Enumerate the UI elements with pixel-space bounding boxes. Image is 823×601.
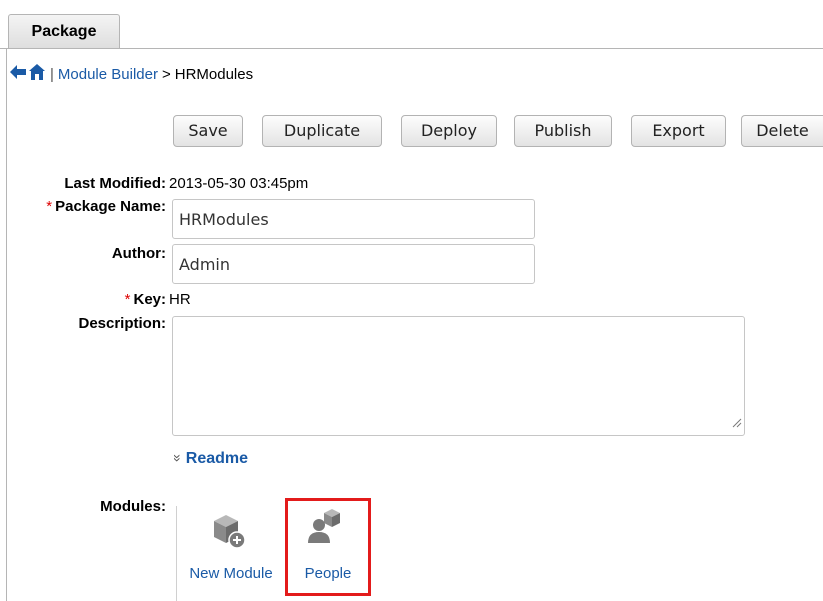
- chevron-down-icon: »: [169, 454, 186, 462]
- modules-divider: [176, 506, 177, 601]
- new-module-label: New Module: [189, 565, 273, 582]
- back-arrow-icon[interactable]: [10, 65, 26, 83]
- people-highlight-box: [285, 498, 371, 596]
- export-button[interactable]: Export: [631, 115, 726, 147]
- delete-button[interactable]: Delete: [741, 115, 823, 147]
- publish-button[interactable]: Publish: [514, 115, 612, 147]
- resize-grip-icon[interactable]: [732, 415, 742, 433]
- breadcrumb-separator: |: [50, 65, 54, 83]
- author-label: Author:: [111, 245, 166, 262]
- required-mark: *: [124, 291, 131, 308]
- last-modified-value: 2013-05-30 03:45pm: [169, 175, 309, 192]
- breadcrumb-current: HRModules: [174, 65, 254, 83]
- package-name-label: * Package Name:: [46, 198, 166, 215]
- key-label: * Key:: [125, 291, 166, 308]
- save-button[interactable]: Save: [173, 115, 243, 147]
- modules-label: Modules:: [100, 498, 166, 515]
- breadcrumb: | Module Builder > HRModules: [10, 62, 253, 86]
- required-mark: *: [46, 198, 53, 215]
- key-label-text: Key:: [133, 291, 166, 308]
- description-textarea[interactable]: [172, 316, 745, 436]
- tab-package[interactable]: Package: [8, 14, 120, 48]
- description-label: Description:: [78, 315, 166, 332]
- home-icon[interactable]: [28, 63, 46, 85]
- module-builder-link[interactable]: Module Builder: [58, 66, 158, 83]
- left-divider: [6, 48, 7, 601]
- deploy-button[interactable]: Deploy: [401, 115, 497, 147]
- key-value: HR: [169, 291, 191, 308]
- tab-bar: Package: [0, 0, 823, 49]
- readme-label: Readme: [185, 450, 249, 467]
- breadcrumb-arrow: >: [161, 65, 171, 83]
- package-name-label-text: Package Name:: [55, 198, 166, 215]
- last-modified-label: Last Modified:: [64, 175, 166, 192]
- author-field[interactable]: Admin: [172, 244, 535, 284]
- new-module-icon: [208, 511, 248, 555]
- package-name-field[interactable]: HRModules: [172, 199, 535, 239]
- duplicate-button[interactable]: Duplicate: [262, 115, 382, 147]
- readme-toggle[interactable]: »Readme: [170, 450, 249, 468]
